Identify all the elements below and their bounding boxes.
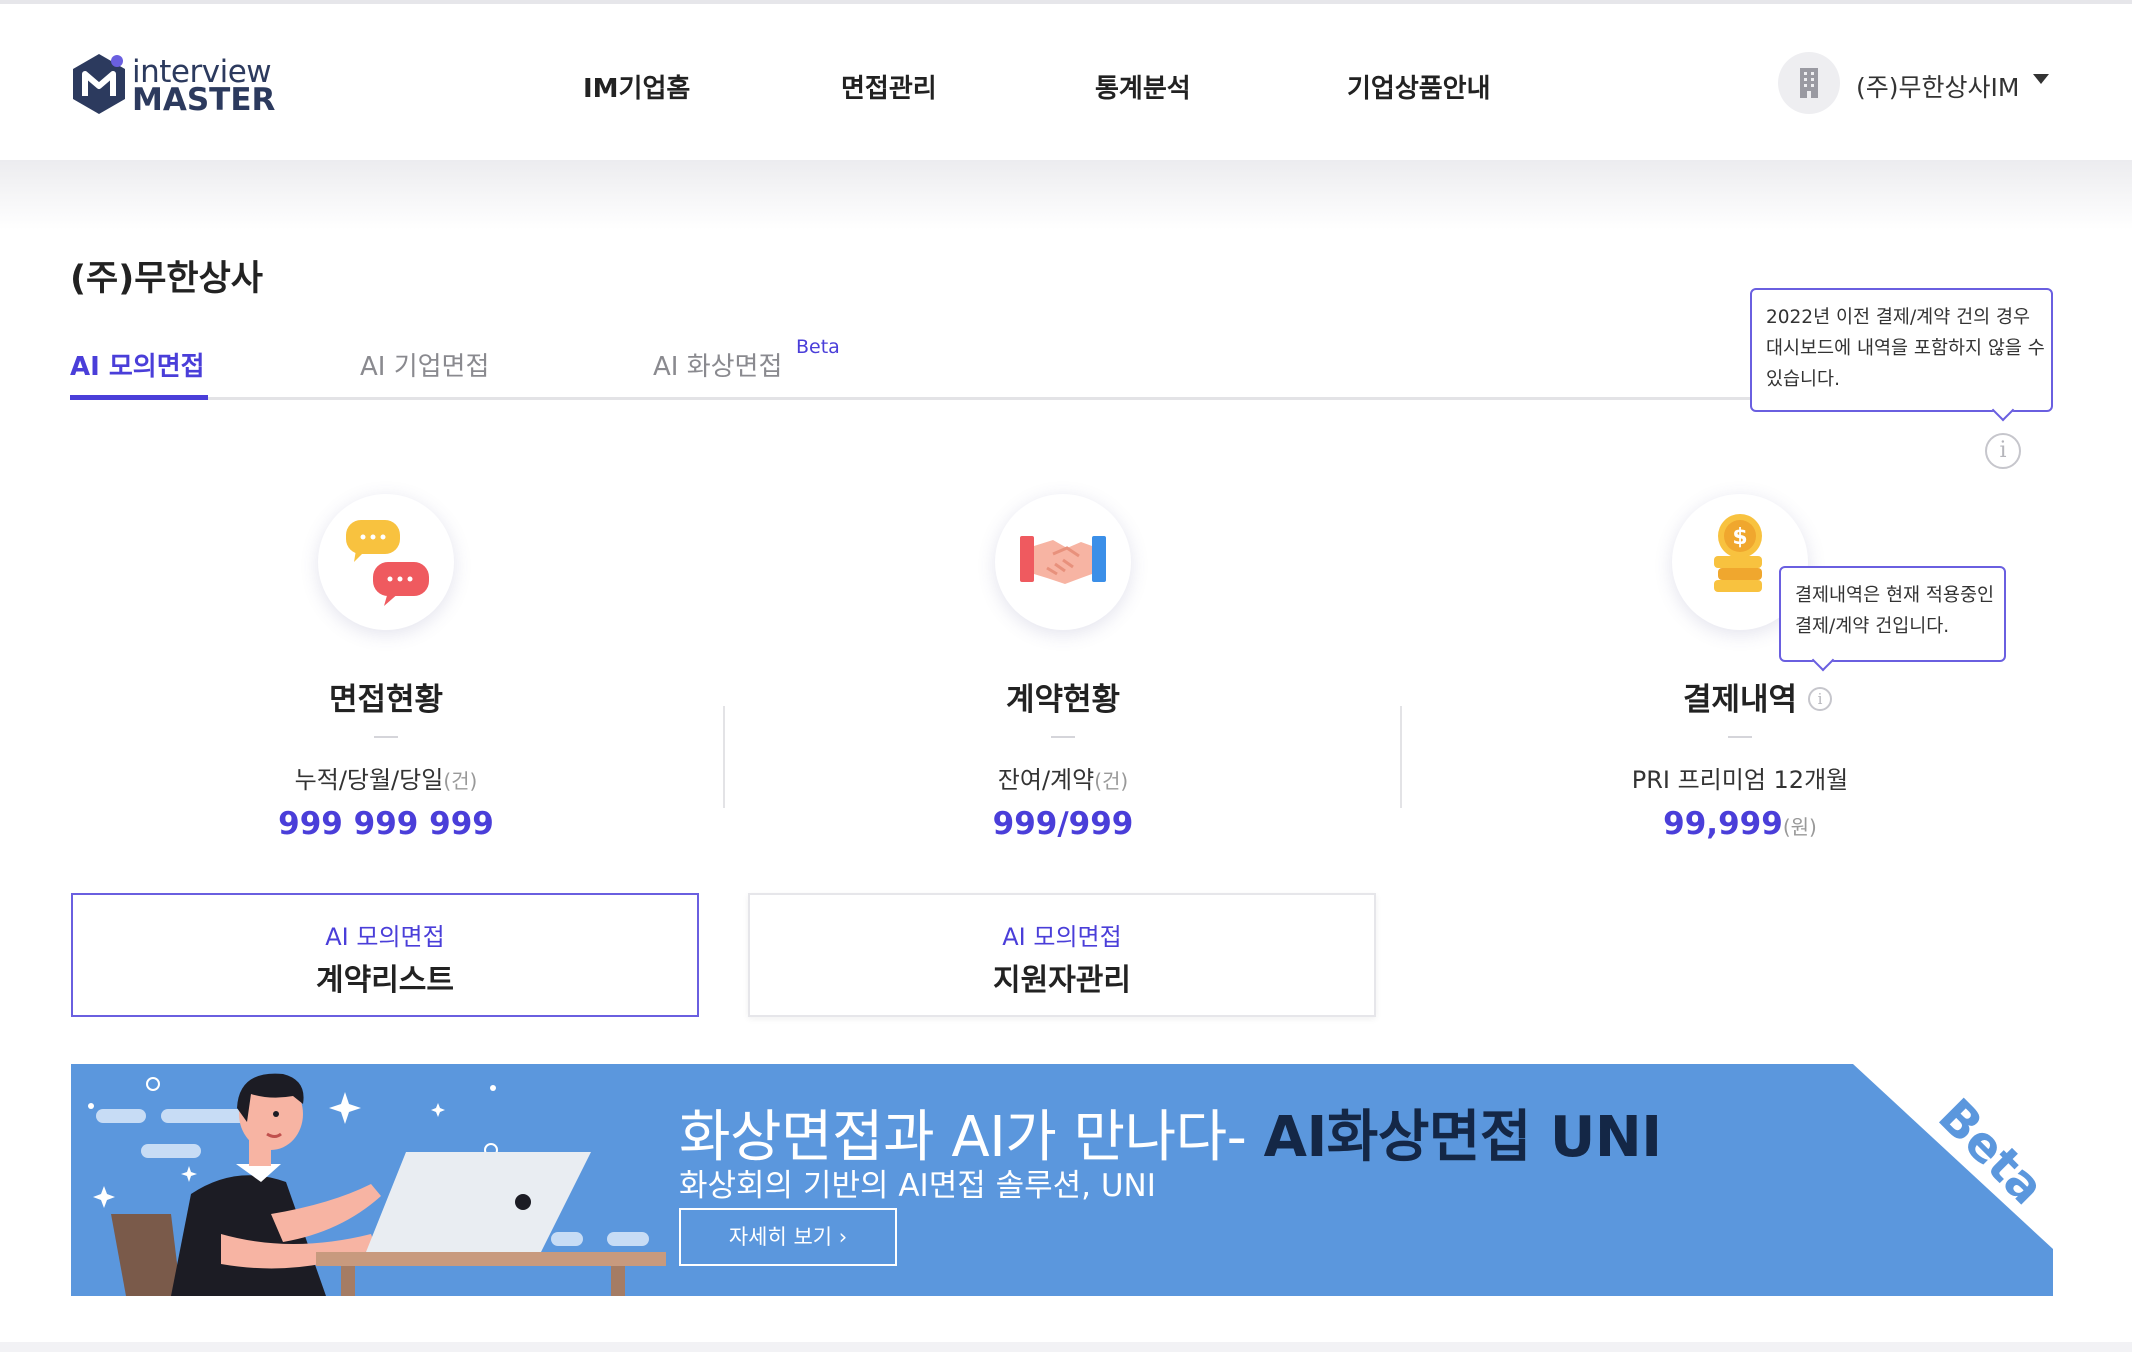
- stat-title-interviews: 면접현황: [328, 682, 444, 718]
- button-label: 계약리스트: [316, 963, 454, 998]
- nav-interview-management[interactable]: 면접관리: [841, 68, 937, 105]
- column-divider: [723, 706, 725, 808]
- button-caption: AI 모의면접: [325, 923, 445, 951]
- logo-text-master: MASTER: [132, 82, 276, 118]
- page-title: (주)무한상사: [70, 259, 263, 299]
- stat-dash: [374, 736, 398, 738]
- contract-list-button[interactable]: AI 모의면접 계약리스트: [71, 893, 699, 1017]
- tooltip-line: 있습니다.: [1766, 369, 1840, 390]
- stat-dash: [1728, 736, 1752, 738]
- stat-title-contracts: 계약현황: [1005, 682, 1121, 718]
- tooltip-arrow: [1991, 398, 2015, 422]
- building-icon: [1800, 68, 1818, 98]
- logo-mark-icon: [73, 54, 125, 114]
- stat-subtitle-text: 잔여/계약: [997, 766, 1095, 794]
- chat-bubbles-graphic: [346, 520, 429, 606]
- promo-banner[interactable]: 화상면접과 AI가 만나다- AI화상면접 UNI 화상회의 기반의 AI면접 …: [71, 1064, 2053, 1296]
- stat-value-text: 99,999: [1663, 806, 1783, 842]
- stat-value-payments: 99,999(원): [1540, 806, 1940, 842]
- tooltip-line: 대시보드에 내역을 포함하지 않을 수: [1766, 338, 2045, 359]
- svg-text:$: $: [1732, 525, 1747, 550]
- footer-strip: [0, 1342, 2132, 1352]
- dashboard-notice-tooltip: 2022년 이전 결제/계약 건의 경우 대시보드에 내역을 포함하지 않을 수…: [1750, 288, 2053, 422]
- handshake-icon: [995, 494, 1131, 630]
- button-caption: AI 모의면접: [1002, 923, 1122, 951]
- stat-value-text: 999/999: [992, 806, 1134, 842]
- banner-subtitle: 화상회의 기반의 AI면접 솔루션, UNI: [679, 1168, 1156, 1204]
- info-icon[interactable]: i: [1985, 433, 2021, 469]
- payment-notice-tooltip: 결제내역은 현재 적용중인 결제/계약 건입니다.: [1779, 566, 2006, 672]
- stat-dash: [1051, 736, 1075, 738]
- learn-more-button[interactable]: 자세히 보기 ›: [679, 1208, 897, 1266]
- logo[interactable]: interview MASTER: [70, 52, 275, 118]
- tab-ai-video-interview[interactable]: AI 화상면접: [653, 346, 782, 383]
- stat-subtitle-contracts: 잔여/계약(건): [863, 760, 1263, 795]
- stat-value-interviews: 999 999 999: [186, 806, 586, 842]
- nav-im-home[interactable]: IM기업홈: [583, 68, 690, 105]
- column-divider: [1400, 706, 1402, 808]
- tooltip-line: 결제내역은 현재 적용중인: [1795, 585, 1994, 606]
- nav-product-info[interactable]: 기업상품안내: [1347, 68, 1491, 105]
- stat-value-text: 999 999 999: [278, 806, 494, 842]
- stat-subtitle-unit: (건): [443, 769, 478, 793]
- stat-subtitle-unit: (건): [1094, 769, 1129, 793]
- button-label: 지원자관리: [993, 963, 1131, 998]
- stat-subtitle-text: PRI 프리미엄 12개월: [1631, 766, 1849, 794]
- stat-subtitle-payments: PRI 프리미엄 12개월: [1540, 760, 1940, 795]
- tab-ai-mock-interview[interactable]: AI 모의면접: [70, 346, 205, 383]
- company-avatar: [1778, 52, 1840, 114]
- stat-title-payments: 결제내역: [1682, 682, 1798, 718]
- tooltip-line: 2022년 이전 결제/계약 건의 경우: [1766, 307, 2031, 328]
- tooltip-line: 결제/계약 건입니다.: [1795, 616, 1950, 637]
- header-shadow: [0, 160, 2132, 230]
- site-header: interview MASTER IM기업홈 면접관리 통계분석 기업상품안내 …: [0, 4, 2132, 160]
- tab-active-indicator: [70, 395, 208, 400]
- nav-statistics[interactable]: 통계분석: [1095, 68, 1191, 105]
- applicant-management-button[interactable]: AI 모의면접 지원자관리: [748, 893, 1376, 1017]
- banner-title-bold: AI화상면접 UNI: [1263, 1105, 1662, 1170]
- stat-value-contracts: 999/999: [863, 806, 1263, 842]
- tab-ai-company-interview[interactable]: AI 기업면접: [360, 346, 489, 383]
- handshake-graphic: [1020, 536, 1106, 584]
- stat-value-unit: (원): [1782, 815, 1817, 839]
- tab-divider: [70, 397, 1770, 400]
- beta-badge: Beta: [796, 336, 840, 358]
- chat-bubbles-icon: [318, 494, 454, 630]
- banner-illustration: [88, 1073, 666, 1296]
- stat-subtitle-interviews: 누적/당월/당일(건): [186, 760, 586, 795]
- info-icon[interactable]: i: [1808, 687, 1832, 711]
- account-name: (주)무한상사IM: [1856, 73, 2020, 102]
- stat-subtitle-text: 누적/당월/당일: [294, 766, 444, 794]
- chevron-down-icon[interactable]: [2033, 74, 2049, 84]
- tooltip-arrow: [1811, 648, 1835, 672]
